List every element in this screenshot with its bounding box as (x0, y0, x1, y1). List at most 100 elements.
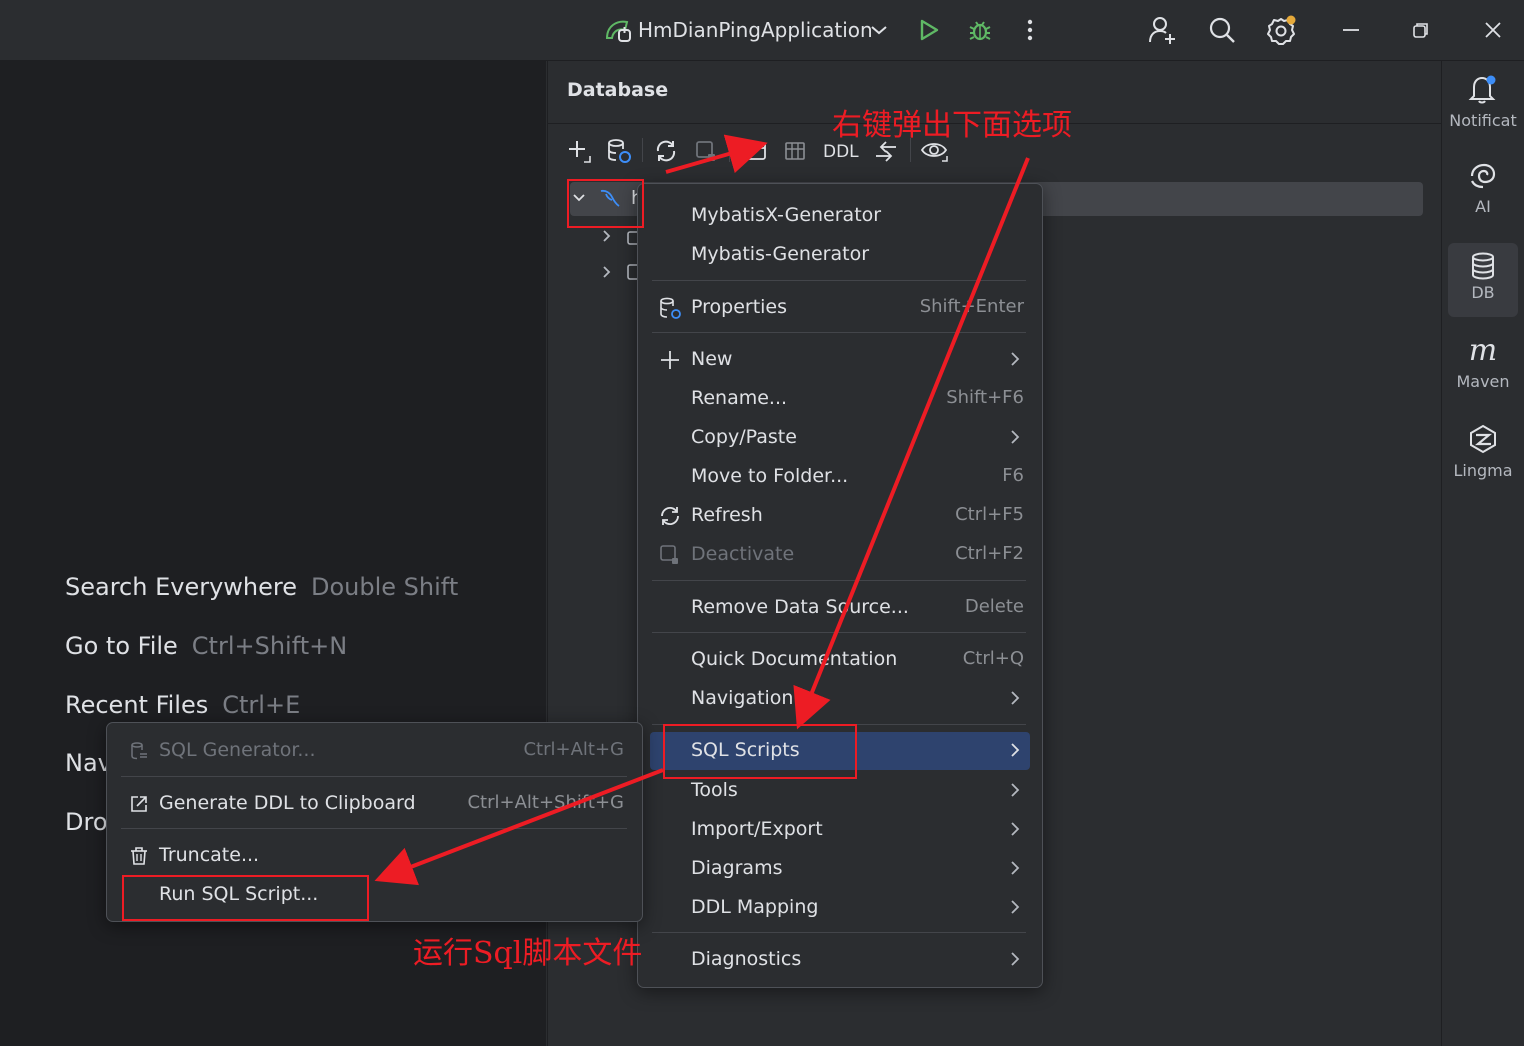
hint-go-to-file: Go to File Ctrl+Shift+N (65, 632, 347, 660)
tool-label: DB (1471, 283, 1495, 302)
menu-item-label: Tools (691, 779, 738, 801)
hint-shortcut: Ctrl+Shift+N (191, 632, 348, 660)
menu-item-label: Copy/Paste (691, 426, 797, 448)
deactivate-icon (691, 136, 721, 166)
menu-item-label: Import/Export (691, 818, 823, 840)
chevron-right-icon (1010, 351, 1020, 367)
tool-label: Maven (1456, 372, 1510, 391)
run-config-name: HmDianPingApplication (638, 18, 873, 42)
lingma-icon (1467, 423, 1499, 455)
maven-tool-button[interactable]: m Maven (1448, 336, 1518, 412)
ai-tool-button[interactable]: AI (1448, 161, 1518, 237)
menu-item-shortcut: Shift+Enter (919, 296, 1024, 317)
menu-item-mybatisx-generator[interactable]: MybatisX-Generator (638, 197, 1042, 235)
menu-item-import-export[interactable]: Import/Export (638, 811, 1042, 849)
menu-item-label: Rename... (691, 387, 788, 409)
menu-item-new[interactable]: New (638, 341, 1042, 379)
lingma-tool-button[interactable]: Lingma (1448, 423, 1518, 499)
jump-to-console-icon[interactable] (741, 136, 771, 166)
menu-item-refresh[interactable]: Refresh Ctrl+F5 (638, 497, 1042, 535)
add-user-icon[interactable] (1144, 14, 1180, 46)
hint-label: Search Everywhere (65, 573, 297, 601)
tool-label: Notificat (1449, 111, 1517, 130)
data-source-context-menu: MybatisX-Generator Mybatis-Generator Pro… (637, 183, 1043, 988)
menu-item-label: Quick Documentation (691, 648, 898, 670)
run-config-selector[interactable]: HmDianPingApplication (638, 14, 873, 46)
submenu-item-truncate[interactable]: Truncate... (107, 837, 642, 875)
deactivate-icon (658, 544, 682, 566)
tool-label: AI (1475, 197, 1491, 216)
annotation-note-bottom: 运行Sql脚本文件 (413, 936, 643, 971)
menu-item-label: DDL Mapping (691, 896, 819, 918)
annotation-box-data-source (567, 179, 644, 228)
run-icon[interactable] (912, 14, 946, 46)
chevron-right-icon (1010, 429, 1020, 445)
hint-label: Nav (65, 749, 112, 777)
menu-item-copy-paste[interactable]: Copy/Paste (638, 419, 1042, 457)
chevron-right-icon (1010, 782, 1020, 798)
add-icon[interactable] (564, 136, 594, 166)
annotation-box-sql-scripts (663, 724, 857, 779)
menu-item-ddl-mapping[interactable]: DDL Mapping (638, 889, 1042, 927)
debug-icon[interactable] (962, 14, 998, 46)
refresh-icon[interactable] (651, 136, 681, 166)
menu-item-rename[interactable]: Rename... Shift+F6 (638, 380, 1042, 418)
menu-separator (652, 332, 1026, 333)
menu-item-shortcut: Delete (964, 596, 1024, 617)
hint-label: Dro (65, 808, 108, 836)
menu-item-shortcut: Shift+F6 (946, 387, 1024, 408)
menu-item-remove-data-source[interactable]: Remove Data Source... Delete (638, 589, 1042, 627)
chevron-right-icon[interactable] (601, 265, 613, 279)
menu-item-shortcut: Ctrl+F2 (955, 543, 1024, 564)
menu-separator (652, 932, 1026, 933)
menu-item-quick-documentation[interactable]: Quick Documentation Ctrl+Q (638, 641, 1042, 679)
notifications-tool-button[interactable]: Notificat (1448, 73, 1518, 149)
chevron-right-icon (1010, 821, 1020, 837)
hint-navigation-bar: Nav (65, 749, 112, 777)
menu-separator (652, 632, 1026, 633)
close-window-icon[interactable] (1478, 14, 1508, 46)
menu-item-label: New (691, 348, 733, 370)
chevron-right-icon[interactable] (601, 229, 613, 243)
menu-item-shortcut: Ctrl+Q (962, 648, 1024, 669)
menu-item-shortcut: Ctrl+F5 (955, 504, 1024, 525)
chevron-down-icon[interactable] (866, 14, 892, 46)
hint-recent-files: Recent Files Ctrl+E (65, 691, 300, 719)
database-panel-title: Database (567, 79, 669, 101)
menu-item-mybatis-generator[interactable]: Mybatis-Generator (638, 236, 1042, 274)
search-icon[interactable] (1204, 14, 1240, 46)
title-bar: HmDianPingApplication (0, 0, 1524, 61)
submenu-item-shortcut: Ctrl+Alt+Shift+G (467, 792, 624, 813)
db-tool-button-active[interactable]: DB (1448, 243, 1518, 317)
menu-item-move-to-folder[interactable]: Move to Folder... F6 (638, 458, 1042, 496)
chevron-right-icon (1010, 690, 1020, 706)
right-tool-stripe: Notificat AI DB m Maven Lingma (1441, 61, 1524, 1046)
bell-icon (1468, 73, 1498, 105)
hint-label: Recent Files (65, 691, 209, 719)
more-vertical-icon[interactable] (1018, 14, 1042, 46)
external-arrow-icon (127, 793, 151, 815)
menu-item-properties[interactable]: Properties Shift+Enter (638, 289, 1042, 327)
data-source-properties-icon[interactable] (604, 136, 634, 166)
ddl-button[interactable]: DDL (823, 142, 859, 162)
ai-spiral-icon (1468, 161, 1498, 191)
menu-item-diagrams[interactable]: Diagrams (638, 850, 1042, 888)
settings-gear-icon[interactable] (1262, 14, 1302, 46)
submenu-item-label: SQL Generator... (159, 739, 316, 761)
table-view-icon[interactable] (780, 136, 810, 166)
data-source-properties-icon (658, 297, 682, 319)
submenu-item-label: Truncate... (159, 844, 260, 866)
trash-icon (127, 845, 151, 867)
menu-item-label: Properties (691, 296, 788, 318)
submenu-item-generate-ddl[interactable]: Generate DDL to Clipboard Ctrl+Alt+Shift… (107, 785, 642, 823)
minimize-icon[interactable] (1336, 14, 1366, 46)
hint-label: Go to File (65, 632, 178, 660)
restore-window-icon[interactable] (1406, 14, 1436, 46)
menu-item-label: Deactivate (691, 543, 795, 565)
sql-generator-icon (127, 740, 151, 762)
hint-drop-files: Dro (65, 808, 108, 836)
menu-item-label: Navigation (691, 687, 794, 709)
menu-item-diagnostics[interactable]: Diagnostics (638, 941, 1042, 979)
menu-item-navigation[interactable]: Navigation (638, 680, 1042, 718)
menu-item-label: Diagnostics (691, 948, 802, 970)
